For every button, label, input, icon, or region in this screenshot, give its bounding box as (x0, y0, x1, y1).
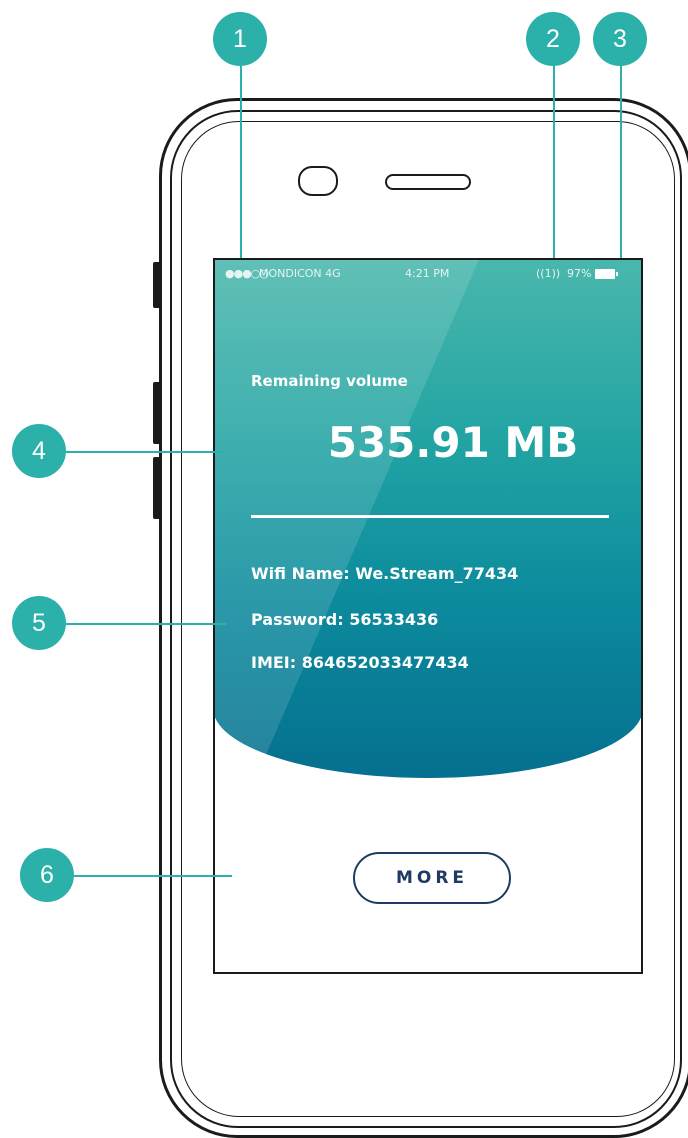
glass-reflection (215, 260, 480, 778)
hero-panel: ●●●○○ MONDICON 4G 4:21 PM ((1)) 97% Rema… (215, 260, 641, 778)
more-button[interactable]: MORE (353, 852, 511, 904)
remaining-volume-label: Remaining volume (251, 372, 408, 390)
callout-1-leader (240, 66, 242, 258)
phone-screen: ●●●○○ MONDICON 4G 4:21 PM ((1)) 97% Rema… (213, 258, 643, 974)
callout-1: 1 (213, 12, 267, 66)
callout-5-leader (66, 623, 226, 625)
remaining-volume-value: 535.91 MB (327, 418, 579, 467)
earpiece-speaker (385, 174, 471, 190)
front-camera (298, 166, 338, 196)
imei-number: IMEI: 864652033477434 (251, 653, 469, 672)
divider (251, 515, 609, 518)
callout-3-leader (620, 66, 622, 258)
callout-3: 3 (593, 12, 647, 66)
callout-2-leader (553, 66, 555, 258)
mute-switch (153, 262, 161, 308)
callout-2: 2 (526, 12, 580, 66)
battery-icon (595, 269, 618, 279)
volume-up-button (153, 382, 161, 444)
carrier-name: MONDICON 4G (259, 267, 341, 280)
wifi-password: Password: 56533436 (251, 610, 439, 629)
status-bar: ●●●○○ MONDICON 4G 4:21 PM ((1)) 97% (215, 264, 641, 284)
status-time: 4:21 PM (405, 267, 450, 280)
callout-4: 4 (12, 424, 66, 478)
callout-5: 5 (12, 596, 66, 650)
wifi-name: Wifi Name: We.Stream_77434 (251, 564, 519, 583)
callout-6: 6 (20, 848, 74, 902)
callout-4-leader (66, 451, 226, 453)
volume-down-button (153, 457, 161, 519)
hotspot-icon: ((1)) (536, 267, 561, 280)
callout-6-leader (74, 875, 232, 877)
battery-percentage: 97% (567, 267, 592, 280)
